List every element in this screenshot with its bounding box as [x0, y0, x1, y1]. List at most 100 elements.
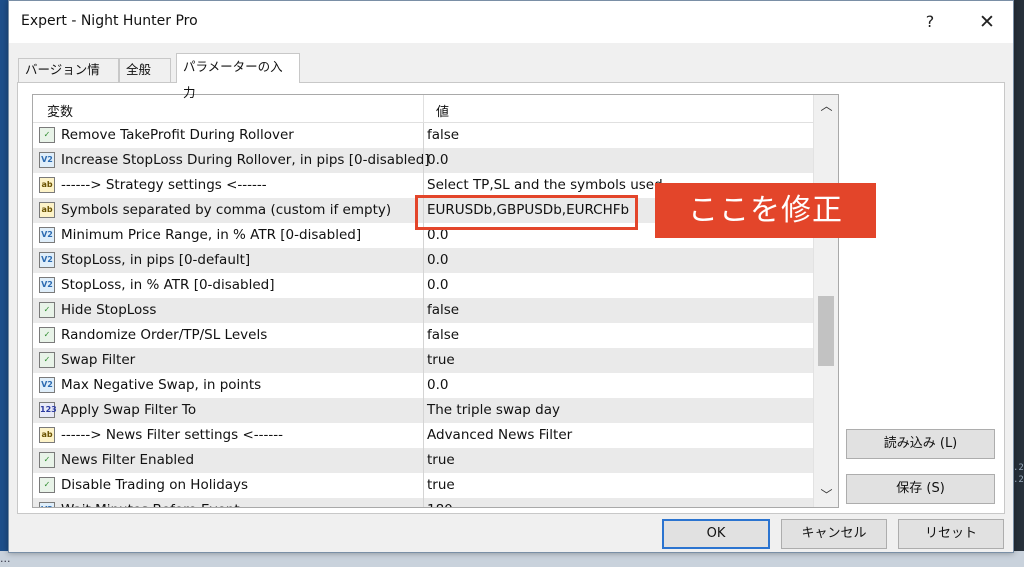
double-icon: V2	[39, 277, 55, 293]
parameter-name: Hide StopLoss	[61, 302, 157, 318]
bool-icon: ✓	[39, 452, 55, 468]
table-row[interactable]: ✓ Disable Trading on Holidays true	[33, 473, 813, 498]
parameter-value[interactable]: true	[427, 452, 455, 468]
column-separator	[423, 448, 424, 473]
table-row[interactable]: 123 Apply Swap Filter To The triple swap d…	[33, 398, 813, 423]
tab-parameters[interactable]: パラメーターの入力	[176, 53, 300, 100]
column-separator	[423, 273, 424, 298]
help-button[interactable]: ?	[915, 7, 945, 37]
scroll-thumb[interactable]	[818, 296, 834, 366]
parameter-value[interactable]: The triple swap day	[427, 402, 560, 418]
parameter-name: StopLoss, in pips [0-default]	[61, 252, 251, 268]
cancel-button[interactable]: キャンセル	[781, 519, 887, 549]
parameter-value[interactable]: 0.0	[427, 377, 448, 393]
save-button[interactable]: 保存 (S)	[846, 474, 995, 504]
parameter-value[interactable]: Advanced News Filter	[427, 427, 572, 443]
parameter-name: Symbols separated by comma (custom if em…	[61, 202, 392, 218]
taskbar-text: ...	[0, 552, 11, 565]
table-row[interactable]: ✓ Swap Filter true	[33, 348, 813, 373]
parameter-value[interactable]: 0.0	[427, 277, 448, 293]
parameter-value[interactable]: true	[427, 477, 455, 493]
column-separator	[423, 423, 424, 448]
string-icon: ab	[39, 427, 55, 443]
double-icon: V2	[39, 502, 55, 507]
string-icon: ab	[39, 177, 55, 193]
parameter-value[interactable]: false	[427, 127, 459, 143]
header-variable[interactable]: 変数	[47, 101, 73, 120]
parameter-name: Wait Minutes Before Event	[61, 502, 240, 507]
table-row[interactable]: ✓ Remove TakeProfit During Rollover false	[33, 123, 813, 148]
bool-icon: ✓	[39, 127, 55, 143]
parameter-name: News Filter Enabled	[61, 452, 195, 468]
parameter-name: Remove TakeProfit During Rollover	[61, 127, 294, 143]
load-button[interactable]: 読み込み (L)	[846, 429, 995, 459]
window-title: Expert - Night Hunter Pro	[21, 13, 198, 29]
bool-icon: ✓	[39, 302, 55, 318]
parameter-value[interactable]: 0.0	[427, 252, 448, 268]
double-icon: V2	[39, 152, 55, 168]
ok-button[interactable]: OK	[662, 519, 770, 549]
scroll-down-icon[interactable]: ﹀	[814, 484, 838, 506]
column-separator	[423, 348, 424, 373]
table-row[interactable]: ✓ Hide StopLoss false	[33, 298, 813, 323]
background-ticker: .23 .23	[1013, 463, 1024, 485]
reset-button[interactable]: リセット	[898, 519, 1004, 549]
parameter-grid: 変数 値 ✓ Remove TakeProfit During Rollover f…	[32, 94, 839, 508]
bool-icon: ✓	[39, 327, 55, 343]
parameter-value[interactable]: true	[427, 352, 455, 368]
bool-icon: ✓	[39, 477, 55, 493]
parameter-name: StopLoss, in % ATR [0-disabled]	[61, 277, 275, 293]
column-separator	[423, 498, 424, 507]
parameter-name: Minimum Price Range, in % ATR [0-disable…	[61, 227, 362, 243]
column-separator	[423, 323, 424, 348]
column-separator	[423, 148, 424, 173]
header-value[interactable]: 値	[436, 101, 449, 120]
column-separator	[423, 298, 424, 323]
parameter-name: Disable Trading on Holidays	[61, 477, 249, 493]
column-separator	[423, 248, 424, 273]
annotation-callout: ここを修正	[655, 183, 876, 238]
double-icon: V2	[39, 252, 55, 268]
parameter-value[interactable]: 180	[427, 502, 453, 507]
header-separator[interactable]	[423, 95, 424, 123]
tab-general[interactable]: 全般	[119, 58, 171, 82]
close-button[interactable]: ✕	[967, 7, 1007, 37]
parameter-name: ------> Strategy settings <------	[61, 177, 267, 193]
parameter-value[interactable]: false	[427, 327, 459, 343]
parameter-name: Apply Swap Filter To	[61, 402, 197, 418]
parameter-name: Randomize Order/TP/SL Levels	[61, 327, 268, 343]
parameter-value[interactable]: 0.0	[427, 152, 448, 168]
parameter-value[interactable]: false	[427, 302, 459, 318]
table-row[interactable]: V2 StopLoss, in pips [0-default] 0.0	[33, 248, 813, 273]
table-row[interactable]: ✓ Randomize Order/TP/SL Levels false	[33, 323, 813, 348]
expert-dialog: Expert - Night Hunter Pro ? ✕ バージョン情報 全般…	[8, 0, 1014, 553]
column-separator	[423, 398, 424, 423]
string-icon: ab	[39, 202, 55, 218]
table-row[interactable]: V2 StopLoss, in % ATR [0-disabled] 0.0	[33, 273, 813, 298]
parameter-name: Increase StopLoss During Rollover, in pi…	[61, 152, 430, 168]
table-row[interactable]: ab ------> News Filter settings <------ Ad…	[33, 423, 813, 448]
parameter-name: Swap Filter	[61, 352, 136, 368]
table-row[interactable]: V2 Max Negative Swap, in points 0.0	[33, 373, 813, 398]
parameter-name: ------> News Filter settings <------	[61, 427, 283, 443]
column-separator	[423, 373, 424, 398]
tab-version-info[interactable]: バージョン情報	[18, 58, 119, 99]
parameter-name: Max Negative Swap, in points	[61, 377, 262, 393]
bool-icon: ✓	[39, 352, 55, 368]
table-row[interactable]: ✓ News Filter Enabled true	[33, 448, 813, 473]
parameter-value[interactable]: Select TP,SL and the symbols used	[427, 177, 663, 193]
column-separator	[423, 123, 424, 148]
int-icon: 123	[39, 402, 57, 418]
scroll-up-icon[interactable]: ︿	[814, 95, 838, 117]
background-taskbar: ...	[0, 551, 1024, 567]
vertical-scrollbar[interactable]: ︿ ﹀	[813, 95, 838, 507]
background-right: .23 .23	[1013, 0, 1024, 567]
table-row[interactable]: V2 Increase StopLoss During Rollover, in …	[33, 148, 813, 173]
title-bar: Expert - Night Hunter Pro ? ✕	[9, 1, 1013, 43]
highlight-box	[415, 195, 638, 230]
double-icon: V2	[39, 227, 55, 243]
grid-header: 変数 値	[33, 95, 813, 123]
double-icon: V2	[39, 377, 55, 393]
table-row[interactable]: V2 Wait Minutes Before Event 180	[33, 498, 813, 507]
column-separator	[423, 473, 424, 498]
